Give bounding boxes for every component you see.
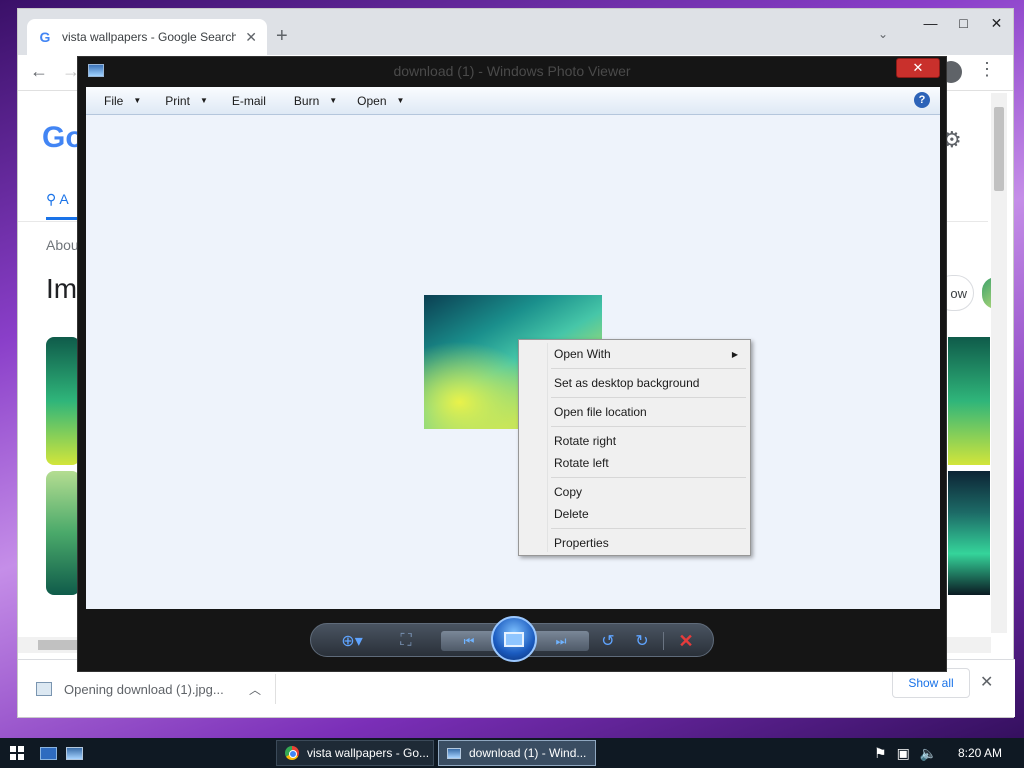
search-tab-all[interactable]: ⚲ A xyxy=(46,191,69,208)
window-close-button[interactable]: ✕ xyxy=(980,9,1013,37)
tab-vista-wallpapers[interactable]: G vista wallpapers - Google Search ✕ xyxy=(27,19,267,55)
volume-muted-icon[interactable]: 🔈 xyxy=(920,745,937,762)
photo-viewer-icon xyxy=(447,747,461,759)
show-all-button[interactable]: Show all xyxy=(892,668,970,698)
taskbar-item-chrome[interactable]: vista wallpapers - Go... xyxy=(276,740,434,766)
photo-canvas[interactable] xyxy=(86,115,940,609)
slideshow-button[interactable] xyxy=(491,616,537,662)
menu-open-label: Open xyxy=(357,93,387,108)
menu-separator xyxy=(551,426,746,427)
minimize-button[interactable]: — xyxy=(914,9,947,37)
menu-print-label: Print xyxy=(165,93,190,108)
images-heading: Im xyxy=(46,273,78,304)
photo-viewer-window: download (1) - Windows Photo Viewer ✕ Fi… xyxy=(77,56,947,672)
photo-viewer-titlebar: download (1) - Windows Photo Viewer ✕ xyxy=(78,57,946,87)
search-icon: ⚲ xyxy=(46,191,57,207)
google-favicon-icon: G xyxy=(39,29,51,45)
help-icon[interactable]: ? xyxy=(914,92,930,108)
skip-next-icon: ⏭ xyxy=(555,633,567,648)
quick-launch-photo-icon[interactable] xyxy=(66,747,83,760)
tab-search-chevron-icon[interactable]: ⌄ xyxy=(878,27,888,41)
download-item[interactable]: Opening download (1).jpg... ︿ xyxy=(36,674,276,704)
next-button[interactable]: ⏭ xyxy=(533,631,589,651)
system-tray: ⚑ ▣ 🔈 xyxy=(874,745,937,762)
menu-burn-label: Burn xyxy=(293,93,320,108)
action-center-flag-icon[interactable]: ⚑ xyxy=(874,745,887,762)
skip-previous-icon: ⏮ xyxy=(463,633,475,648)
menu-separator xyxy=(551,397,746,398)
menu-separator xyxy=(551,477,746,478)
tab-title: vista wallpapers - Google Search xyxy=(62,30,237,44)
window-controls: — □ ✕ xyxy=(914,9,1013,37)
submenu-arrow-icon: ▶ xyxy=(731,349,738,359)
menu-separator xyxy=(551,368,746,369)
dropdown-arrow-icon: ▼ xyxy=(396,96,405,105)
image-result-thumbnail[interactable] xyxy=(46,471,80,595)
slideshow-icon xyxy=(504,631,524,647)
chrome-icon xyxy=(285,746,299,760)
menu-file-label: File xyxy=(104,93,124,108)
chrome-menu-icon[interactable]: ⋮ xyxy=(978,59,996,80)
ctx-rotate-right[interactable]: Rotate right xyxy=(521,430,748,452)
rotate-clockwise-icon[interactable]: ↻ xyxy=(631,630,653,652)
maximize-button[interactable]: □ xyxy=(947,9,980,37)
actual-size-icon[interactable]: ⛶ xyxy=(395,630,417,652)
taskbar-clock[interactable]: 8:20 AM xyxy=(958,746,1002,760)
new-tab-button[interactable]: + xyxy=(276,25,288,48)
show-desktop-icon[interactable] xyxy=(40,747,57,760)
menu-print[interactable]: Print ▼ xyxy=(155,87,218,114)
ctx-copy[interactable]: Copy xyxy=(521,481,748,503)
menu-file[interactable]: File ▼ xyxy=(94,87,151,114)
ctx-open-with-label: Open With xyxy=(554,347,611,361)
ctx-open-file-location[interactable]: Open file location xyxy=(521,401,748,423)
context-menu: Open With ▶ Set as desktop background Op… xyxy=(518,339,751,556)
taskbar-item-label: vista wallpapers - Go... xyxy=(307,746,430,760)
menu-email-label: E-mail xyxy=(231,93,266,108)
photo-viewer-menubar: File ▼ Print ▼ E-mail Burn ▼ Open ▼ ? xyxy=(86,87,940,115)
delete-x-icon[interactable]: ✕ xyxy=(675,630,697,652)
start-windows-icon[interactable] xyxy=(10,746,24,760)
chevron-up-icon[interactable]: ︿ xyxy=(249,681,275,698)
dropdown-arrow-icon: ▼ xyxy=(133,96,142,105)
dropdown-arrow-icon: ▼ xyxy=(199,96,208,105)
menu-burn[interactable]: Burn ▼ xyxy=(284,87,347,114)
image-file-icon xyxy=(36,682,52,696)
photo-viewer-close-button[interactable]: ✕ xyxy=(896,58,940,78)
ctx-delete[interactable]: Delete xyxy=(521,503,748,525)
previous-button[interactable]: ⏮ xyxy=(441,631,497,651)
taskbar: vista wallpapers - Go... download (1) - … xyxy=(0,738,1024,768)
search-tab-label: A xyxy=(59,191,69,207)
image-result-thumbnail[interactable] xyxy=(948,337,990,465)
taskbar-item-label: download (1) - Wind... xyxy=(469,746,587,760)
download-bar-close-icon[interactable]: ✕ xyxy=(980,672,993,692)
vertical-scrollbar[interactable] xyxy=(991,93,1007,633)
network-icon[interactable]: ▣ xyxy=(897,745,910,762)
ctx-properties[interactable]: Properties xyxy=(521,532,748,554)
image-result-thumbnail[interactable] xyxy=(46,337,80,465)
dropdown-arrow-icon: ▼ xyxy=(329,96,338,105)
tab-close-icon[interactable]: ✕ xyxy=(245,29,257,46)
image-result-thumbnail[interactable] xyxy=(948,471,990,595)
rotate-counterclockwise-icon[interactable]: ↺ xyxy=(597,630,619,652)
zoom-magnifier-icon[interactable]: ⊕▾ xyxy=(335,630,369,652)
photo-viewer-toolbar: ⊕▾ ⛶ ⏮ ⏭ ↺ ↻ ✕ xyxy=(310,616,714,662)
menu-open[interactable]: Open ▼ xyxy=(347,87,414,114)
ctx-set-desktop-background[interactable]: Set as desktop background xyxy=(521,372,748,394)
menu-separator xyxy=(551,528,746,529)
menu-email[interactable]: E-mail xyxy=(222,87,276,114)
download-item-text: Opening download (1).jpg... xyxy=(64,681,224,697)
vertical-scrollbar-thumb[interactable] xyxy=(994,107,1004,191)
photo-viewer-title: download (1) - Windows Photo Viewer xyxy=(393,63,631,79)
ctx-open-with[interactable]: Open With ▶ xyxy=(521,343,748,365)
taskbar-item-photo-viewer[interactable]: download (1) - Wind... xyxy=(438,740,596,766)
toolbar-divider xyxy=(663,632,664,650)
results-about-text: Abou xyxy=(46,237,79,253)
chrome-titlebar: G vista wallpapers - Google Search ✕ + ⌄… xyxy=(18,9,1013,55)
ctx-rotate-left[interactable]: Rotate left xyxy=(521,452,748,474)
back-arrow-icon[interactable]: ← xyxy=(30,61,48,82)
